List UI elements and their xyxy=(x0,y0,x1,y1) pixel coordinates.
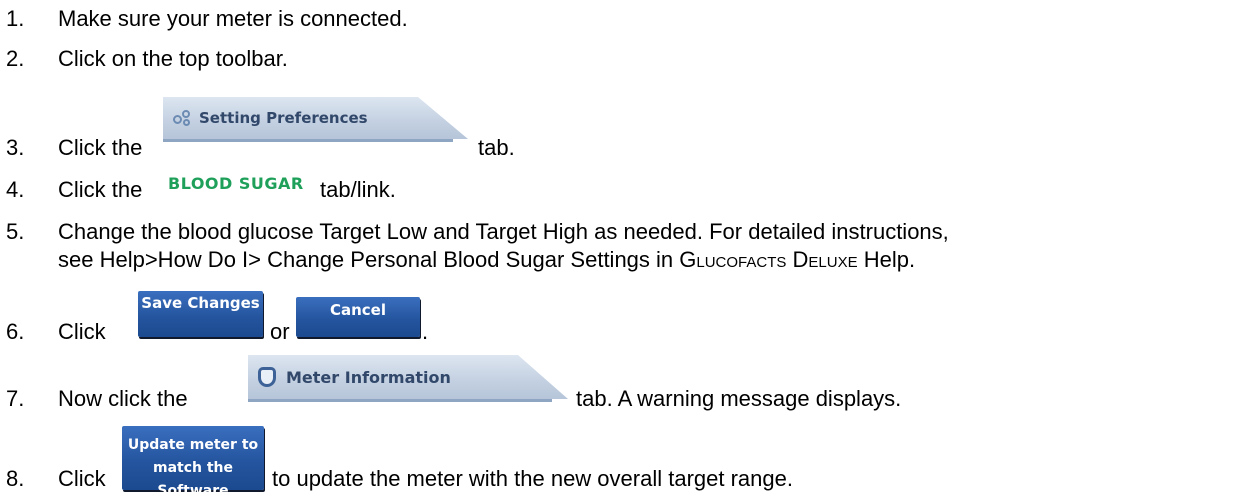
step-number: 7. xyxy=(6,386,25,411)
step-number: 8. xyxy=(6,466,25,491)
step-text: tab. A warning message displays. xyxy=(576,386,902,411)
step-text: Click the xyxy=(58,135,143,160)
step-number: 5. xyxy=(6,219,25,244)
setting-preferences-label: Setting Preferences xyxy=(199,109,368,127)
step-number: 4. xyxy=(6,177,25,202)
step-text: to update the meter with the new overall… xyxy=(272,466,793,491)
gear-icon xyxy=(173,110,193,126)
tab-underline xyxy=(163,139,453,142)
step-text: Click the xyxy=(58,177,143,202)
meter-information-label: Meter Information xyxy=(286,367,451,387)
step-number: 3. xyxy=(6,135,25,160)
step-text: Change the blood glucose Target Low and … xyxy=(58,219,949,244)
step-text: Make sure your meter is connected. xyxy=(58,6,408,31)
update-meter-label-line1: Update meter to xyxy=(127,437,259,453)
step-text: tab/link. xyxy=(320,177,396,202)
step-number: 6. xyxy=(6,319,25,344)
step-number: 1. xyxy=(6,6,25,31)
blood-sugar-link[interactable]: BLOOD SUGAR xyxy=(168,174,304,193)
step-text: Now click the xyxy=(58,386,188,411)
step-number: 2. xyxy=(6,46,25,71)
meter-icon xyxy=(258,367,276,387)
save-changes-button[interactable]: Save Changes xyxy=(138,291,263,337)
setting-preferences-tab[interactable]: Setting Preferences xyxy=(163,97,468,139)
step-text: or xyxy=(270,319,290,344)
step-text: tab. xyxy=(478,135,515,160)
tab-underline xyxy=(248,399,552,402)
product-name: Glucofacts Deluxe xyxy=(679,247,858,272)
step-text: Click xyxy=(58,466,106,491)
update-meter-label-line2: match the Software xyxy=(152,460,234,499)
step-text-continued: see Help>How Do I> Change Personal Blood… xyxy=(58,247,916,272)
meter-information-tab[interactable]: Meter Information xyxy=(248,355,568,399)
cancel-button[interactable]: Cancel xyxy=(296,297,420,337)
step-text: Click xyxy=(58,319,106,344)
step-text: . xyxy=(422,319,429,344)
step-text: Click on the top toolbar. xyxy=(58,46,288,71)
update-meter-button[interactable]: Update meter to match the Software xyxy=(122,426,264,499)
